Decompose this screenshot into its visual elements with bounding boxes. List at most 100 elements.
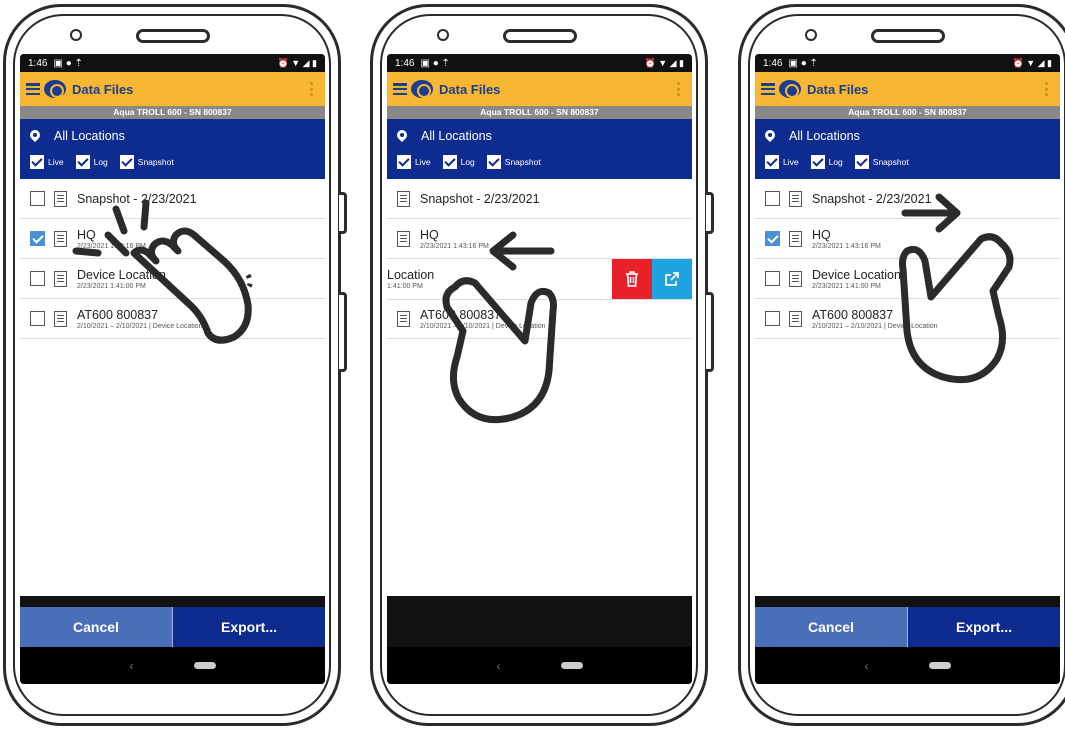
home-pill-icon[interactable] [193, 662, 216, 669]
system-nav-bar: ‹ [20, 647, 325, 684]
system-nav-bar: ‹ [387, 647, 692, 684]
file-list: Snapshot - 2/23/2021 HQ 2/23/2021 1:43:16… [20, 179, 325, 596]
overflow-menu-icon[interactable] [677, 82, 680, 96]
list-item[interactable]: HQ 2/23/2021 1:43:16 PM [20, 219, 325, 259]
item-checkbox[interactable] [30, 231, 45, 246]
location-selector[interactable]: All Locations [765, 125, 1050, 147]
menu-icon[interactable] [761, 83, 775, 95]
file-list: Snapshot - 2/23/2021 HQ 2/23/2021 1:43:16… [755, 179, 1060, 596]
swiped-list-item[interactable]: Location 1:41:00 PM [387, 259, 692, 299]
location-pin-icon [397, 130, 407, 143]
back-icon[interactable]: ‹ [865, 659, 869, 673]
item-checkbox[interactable] [765, 311, 780, 326]
status-bar: 1:46 ▣ ● ⇡ ⏰ ▼ ◢ ▮ [387, 54, 692, 72]
speaker-grille [503, 29, 577, 43]
app-bar: Data Files [387, 72, 692, 106]
item-checkbox[interactable] [765, 271, 780, 286]
list-item[interactable]: AT600 800837 2/10/2021 – 2/10/2021 | Devi… [387, 299, 692, 339]
log-file-icon [54, 270, 67, 287]
location-selector[interactable]: All Locations [30, 125, 315, 147]
swipe-actions [612, 259, 692, 299]
list-item[interactable]: AT600 800837 2/10/2021 – 2/10/2021 | Devi… [755, 299, 1060, 339]
status-time: 1:46 [395, 57, 415, 69]
overflow-menu-icon[interactable] [310, 82, 313, 96]
device-banner: Aqua TROLL 600 - SN 800837 [387, 106, 692, 119]
speaker-grille [136, 29, 210, 43]
location-label: All Locations [421, 129, 492, 143]
cancel-button[interactable]: Cancel [20, 607, 172, 647]
phone-frame-1: 1:46 ▣ ● ⇡ ⏰ ▼ ◢ ▮ Data Files Aqua TROLL … [3, 4, 347, 726]
status-bar: 1:46 ▣ ● ⇡ ⏰ ▼ ◢ ▮ [755, 54, 1060, 72]
home-pill-icon[interactable] [560, 662, 583, 669]
snapshot-checkbox[interactable] [854, 155, 869, 169]
item-name: Snapshot - 2/23/2021 [77, 191, 197, 206]
snapshot-file-icon [789, 190, 802, 207]
list-item[interactable]: AT600 800837 2/10/2021 – 2/10/2021 | Devi… [20, 299, 325, 339]
app-title: Data Files [439, 81, 501, 97]
app-title: Data Files [72, 81, 134, 97]
snapshot-checkbox[interactable] [486, 155, 501, 169]
app-logo-icon [44, 80, 66, 98]
snapshot-checkbox[interactable] [119, 155, 134, 169]
item-checkbox[interactable] [30, 311, 45, 326]
action-bar: Cancel Export... [20, 607, 325, 647]
location-filter-panel: All Locations Live Log Snapshot [755, 119, 1060, 179]
log-file-icon [789, 270, 802, 287]
app-bar: Data Files [20, 72, 325, 106]
back-icon[interactable]: ‹ [497, 659, 501, 673]
phone-frame-3: 1:46 ▣ ● ⇡ ⏰ ▼ ◢ ▮ Data Files Aqua TROLL … [738, 4, 1065, 726]
app-logo-icon [779, 80, 801, 98]
menu-icon[interactable] [393, 83, 407, 95]
item-checkbox[interactable] [30, 191, 45, 206]
share-button[interactable] [652, 259, 692, 299]
export-button[interactable]: Export... [907, 607, 1060, 647]
list-item[interactable]: Snapshot - 2/23/2021 [387, 179, 692, 219]
list-item[interactable]: HQ 2/23/2021 1:43:16 PM [755, 219, 1060, 259]
notification-icons: ▣ ● ⇡ [788, 57, 818, 69]
list-item[interactable]: Device Location 2/23/2021 1:41:00 PM [755, 259, 1060, 299]
overflow-menu-icon[interactable] [1045, 82, 1048, 96]
trash-icon [626, 271, 638, 287]
location-selector[interactable]: All Locations [397, 125, 682, 147]
list-item[interactable]: Device Location 2/23/2021 1:41:00 PM [20, 259, 325, 299]
export-button[interactable]: Export... [172, 607, 325, 647]
screen-1: 1:46 ▣ ● ⇡ ⏰ ▼ ◢ ▮ Data Files Aqua TROLL … [20, 54, 325, 684]
log-checkbox[interactable] [442, 155, 457, 169]
item-name: HQ [77, 227, 96, 242]
back-icon[interactable]: ‹ [130, 659, 134, 673]
status-bar: 1:46 ▣ ● ⇡ ⏰ ▼ ◢ ▮ [20, 54, 325, 72]
live-checkbox[interactable] [765, 155, 779, 169]
location-filter-panel: All Locations Live Log Snapshot [20, 119, 325, 179]
data-file-icon [54, 310, 67, 327]
log-file-icon [397, 230, 410, 247]
list-item[interactable]: HQ 2/23/2021 1:43:16 PM [387, 219, 692, 259]
menu-icon[interactable] [26, 83, 40, 95]
status-time: 1:46 [28, 57, 48, 69]
live-label: Live [783, 157, 799, 167]
item-checkbox[interactable] [30, 271, 45, 286]
cancel-button[interactable]: Cancel [755, 607, 907, 647]
home-pill-icon[interactable] [928, 662, 951, 669]
live-label: Live [415, 157, 431, 167]
snapshot-file-icon [54, 190, 67, 207]
delete-button[interactable] [612, 259, 652, 299]
log-checkbox[interactable] [75, 155, 90, 169]
list-item[interactable]: Snapshot - 2/23/2021 [755, 179, 1060, 219]
snapshot-label: Snapshot [504, 157, 541, 167]
log-file-icon [789, 230, 802, 247]
item-checkbox[interactable] [765, 191, 780, 206]
live-checkbox[interactable] [397, 155, 411, 169]
item-name: HQ [812, 227, 831, 242]
log-file-icon [54, 230, 67, 247]
location-filter-panel: All Locations Live Log Snapshot [387, 119, 692, 179]
phone-frame-2: 1:46 ▣ ● ⇡ ⏰ ▼ ◢ ▮ Data Files Aqua TROLL … [370, 4, 714, 726]
list-item[interactable]: Snapshot - 2/23/2021 [20, 179, 325, 219]
app-title: Data Files [807, 81, 869, 97]
item-checkbox[interactable] [765, 231, 780, 246]
location-label: All Locations [789, 129, 860, 143]
notification-icons: ▣ ● ⇡ [53, 57, 83, 69]
screen-2: 1:46 ▣ ● ⇡ ⏰ ▼ ◢ ▮ Data Files Aqua TROLL … [387, 54, 692, 684]
log-label: Log [93, 157, 108, 167]
live-checkbox[interactable] [30, 155, 44, 169]
log-checkbox[interactable] [810, 155, 825, 169]
